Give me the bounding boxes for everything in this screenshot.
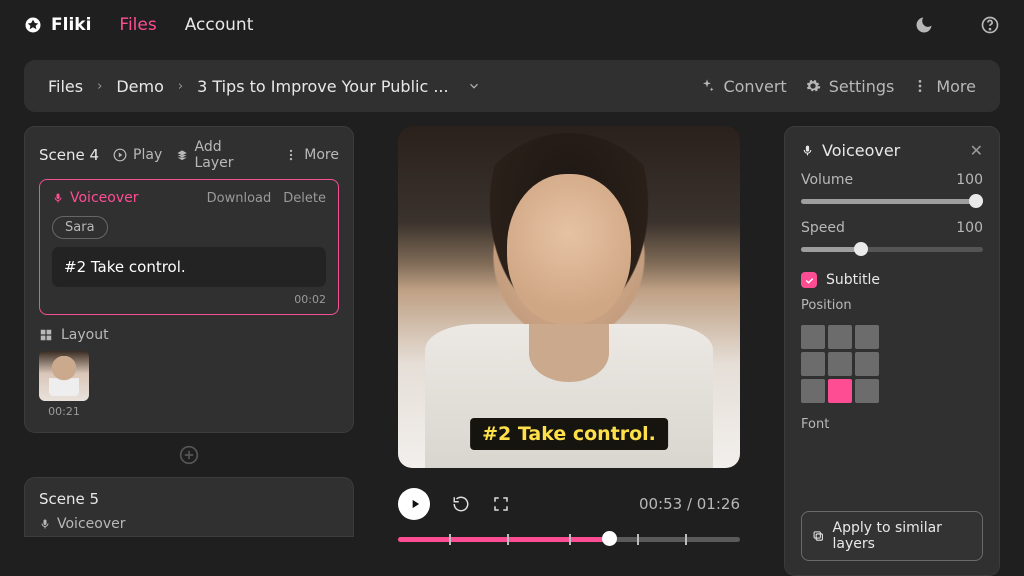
seek-knob[interactable]	[602, 531, 617, 546]
font-label: Font	[801, 417, 983, 432]
fullscreen-icon[interactable]	[492, 495, 510, 513]
speed-value: 100	[956, 220, 983, 236]
subtitle-checkbox[interactable]	[801, 272, 817, 288]
download-button[interactable]: Download	[207, 191, 272, 206]
scene-play-button[interactable]: Play	[113, 147, 162, 163]
layout-label: Layout	[61, 327, 109, 343]
settings-label: Settings	[829, 77, 895, 96]
pos-6[interactable]	[801, 379, 825, 403]
pos-8[interactable]	[855, 379, 879, 403]
breadcrumb-toolbar: Files › Demo › 3 Tips to Improve Your Pu…	[24, 60, 1000, 112]
layout-icon	[39, 328, 53, 342]
nav-account[interactable]: Account	[185, 15, 254, 35]
clip-duration: 00:02	[52, 293, 326, 306]
copy-icon	[812, 529, 825, 543]
subtitle-caption: #2 Take control.	[470, 418, 668, 450]
scene-4-card: Scene 4 Play Add Layer More	[24, 126, 354, 433]
nav-files[interactable]: Files	[119, 15, 156, 35]
scene-5-voiceover-row: Voiceover	[39, 516, 339, 532]
mic-icon	[39, 518, 51, 530]
more-button[interactable]: More	[912, 77, 976, 96]
apply-similar-button[interactable]: Apply to similar layers	[801, 511, 983, 561]
chevron-right-icon: ›	[97, 79, 102, 94]
position-grid	[801, 325, 983, 403]
chevron-right-icon: ›	[178, 79, 183, 94]
pos-2[interactable]	[855, 325, 879, 349]
pos-1[interactable]	[828, 325, 852, 349]
convert-label: Convert	[723, 77, 786, 96]
add-layer-label: Add Layer	[195, 139, 257, 171]
voiceover-text-input[interactable]	[52, 247, 326, 287]
more-label: More	[936, 77, 976, 96]
slider-knob[interactable]	[969, 194, 983, 208]
breadcrumb: Files › Demo › 3 Tips to Improve Your Pu…	[48, 77, 481, 96]
brand[interactable]: Fliki	[24, 15, 91, 35]
scene-marker	[449, 534, 451, 545]
add-layer-button[interactable]: Add Layer	[176, 139, 256, 171]
scene-4-title: Scene 4	[39, 146, 99, 164]
voiceover-block[interactable]: Voiceover Download Delete Sara 00:02	[39, 179, 339, 315]
scene-marker	[507, 534, 509, 545]
voiceover-properties-panel: Voiceover ✕ Volume 100 Speed 100	[784, 126, 1000, 576]
speed-slider[interactable]	[801, 242, 983, 256]
apply-label: Apply to similar layers	[833, 520, 973, 552]
panel-title: Voiceover	[822, 141, 900, 160]
scene-marker	[637, 534, 639, 545]
thumbnail-time: 00:21	[39, 405, 89, 418]
chevron-down-icon[interactable]	[467, 79, 481, 93]
more-vertical-icon	[912, 78, 928, 94]
brand-logo-icon	[24, 16, 42, 34]
video-preview[interactable]: #2 Take control.	[398, 126, 740, 468]
delete-button[interactable]: Delete	[283, 191, 326, 206]
sparkle-icon	[699, 78, 715, 94]
replay-icon[interactable]	[452, 495, 470, 513]
help-icon[interactable]	[980, 15, 1000, 35]
speed-label: Speed	[801, 220, 845, 236]
crumb-demo[interactable]: Demo	[116, 77, 164, 96]
pos-0[interactable]	[801, 325, 825, 349]
timecode: 00:53 / 01:26	[639, 495, 740, 513]
close-icon[interactable]: ✕	[970, 141, 983, 160]
scene-marker	[685, 534, 687, 545]
settings-button[interactable]: Settings	[805, 77, 895, 96]
layers-icon	[176, 148, 188, 162]
play-button[interactable]	[398, 488, 430, 520]
pos-5[interactable]	[855, 352, 879, 376]
scene-more-label: More	[304, 147, 339, 163]
scene-more-button[interactable]: More	[284, 147, 339, 163]
scene-5-title: Scene 5	[39, 490, 99, 508]
layout-thumbnail[interactable]	[39, 351, 89, 401]
volume-slider[interactable]	[801, 194, 983, 208]
play-label: Play	[133, 147, 162, 163]
slider-knob[interactable]	[854, 242, 868, 256]
dark-mode-icon[interactable]	[914, 15, 934, 35]
check-icon	[804, 275, 815, 286]
pos-4[interactable]	[828, 352, 852, 376]
layout-row[interactable]: Layout	[39, 327, 339, 343]
mic-icon	[52, 192, 64, 204]
add-scene-icon[interactable]	[179, 445, 199, 465]
play-icon	[408, 497, 422, 511]
scene-marker	[569, 534, 571, 545]
crumb-title[interactable]: 3 Tips to Improve Your Public ...	[197, 77, 449, 96]
more-vertical-icon	[284, 148, 298, 162]
mic-icon	[801, 144, 814, 157]
brand-name: Fliki	[51, 15, 91, 35]
voice-chip[interactable]: Sara	[52, 216, 108, 239]
scene-5-card[interactable]: Scene 5 Voiceover	[24, 477, 354, 537]
volume-label: Volume	[801, 172, 853, 188]
subtitle-label: Subtitle	[826, 272, 880, 288]
pos-7[interactable]	[828, 379, 852, 403]
convert-button[interactable]: Convert	[699, 77, 786, 96]
crumb-files[interactable]: Files	[48, 77, 83, 96]
seek-bar[interactable]	[398, 534, 740, 544]
play-icon	[113, 148, 127, 162]
position-label: Position	[801, 298, 983, 313]
pos-3[interactable]	[801, 352, 825, 376]
gear-icon	[805, 78, 821, 94]
voiceover-label: Voiceover	[52, 190, 138, 206]
volume-value: 100	[956, 172, 983, 188]
